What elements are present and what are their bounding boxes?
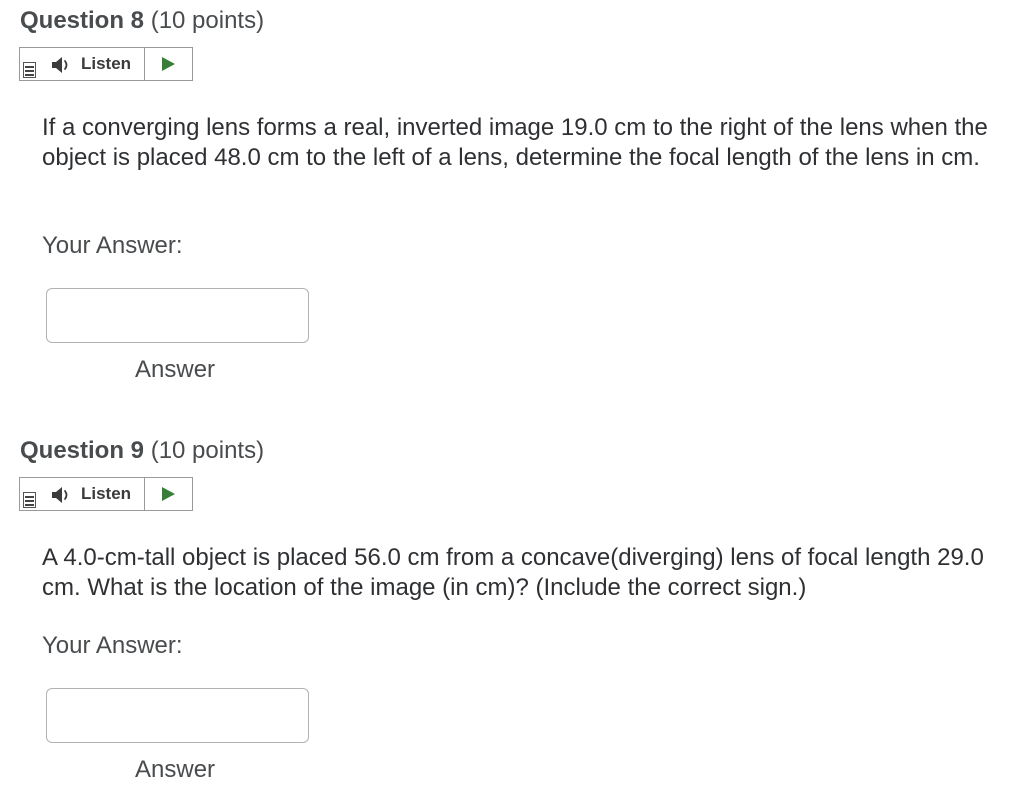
menu-icon[interactable]	[23, 62, 36, 78]
listen-label: Listen	[81, 484, 132, 503]
listen-button[interactable]: Listen	[44, 478, 144, 510]
menu-icon[interactable]	[23, 492, 36, 508]
readspeaker-widget: Listen	[19, 47, 193, 81]
answer-input[interactable]	[46, 288, 309, 343]
your-answer-label: Your Answer:	[42, 232, 183, 259]
question-label: Question 8	[20, 7, 145, 34]
answer-input[interactable]	[46, 688, 309, 743]
listen-label: Listen	[81, 54, 132, 73]
your-answer-label: Your Answer:	[42, 632, 183, 659]
widget-divider	[144, 478, 145, 510]
widget-divider	[144, 48, 145, 80]
answer-caption: Answer	[135, 756, 216, 783]
question-points: (10 points)	[150, 7, 265, 34]
question-title: Question 8 (10 points)	[20, 6, 264, 36]
play-icon[interactable]	[160, 486, 176, 502]
speaker-icon	[52, 57, 68, 73]
speaker-icon	[52, 487, 68, 503]
question-points: (10 points)	[150, 437, 265, 464]
readspeaker-widget: Listen	[19, 477, 193, 511]
answer-caption: Answer	[135, 356, 216, 383]
question-title: Question 9 (10 points)	[20, 436, 264, 466]
listen-button[interactable]: Listen	[44, 48, 144, 80]
question-text: If a converging lens forms a real, inver…	[42, 114, 988, 171]
question-text: A 4.0-cm-tall object is placed 56.0 cm f…	[42, 544, 984, 601]
play-icon[interactable]	[160, 56, 176, 72]
question-label: Question 9	[20, 437, 145, 464]
